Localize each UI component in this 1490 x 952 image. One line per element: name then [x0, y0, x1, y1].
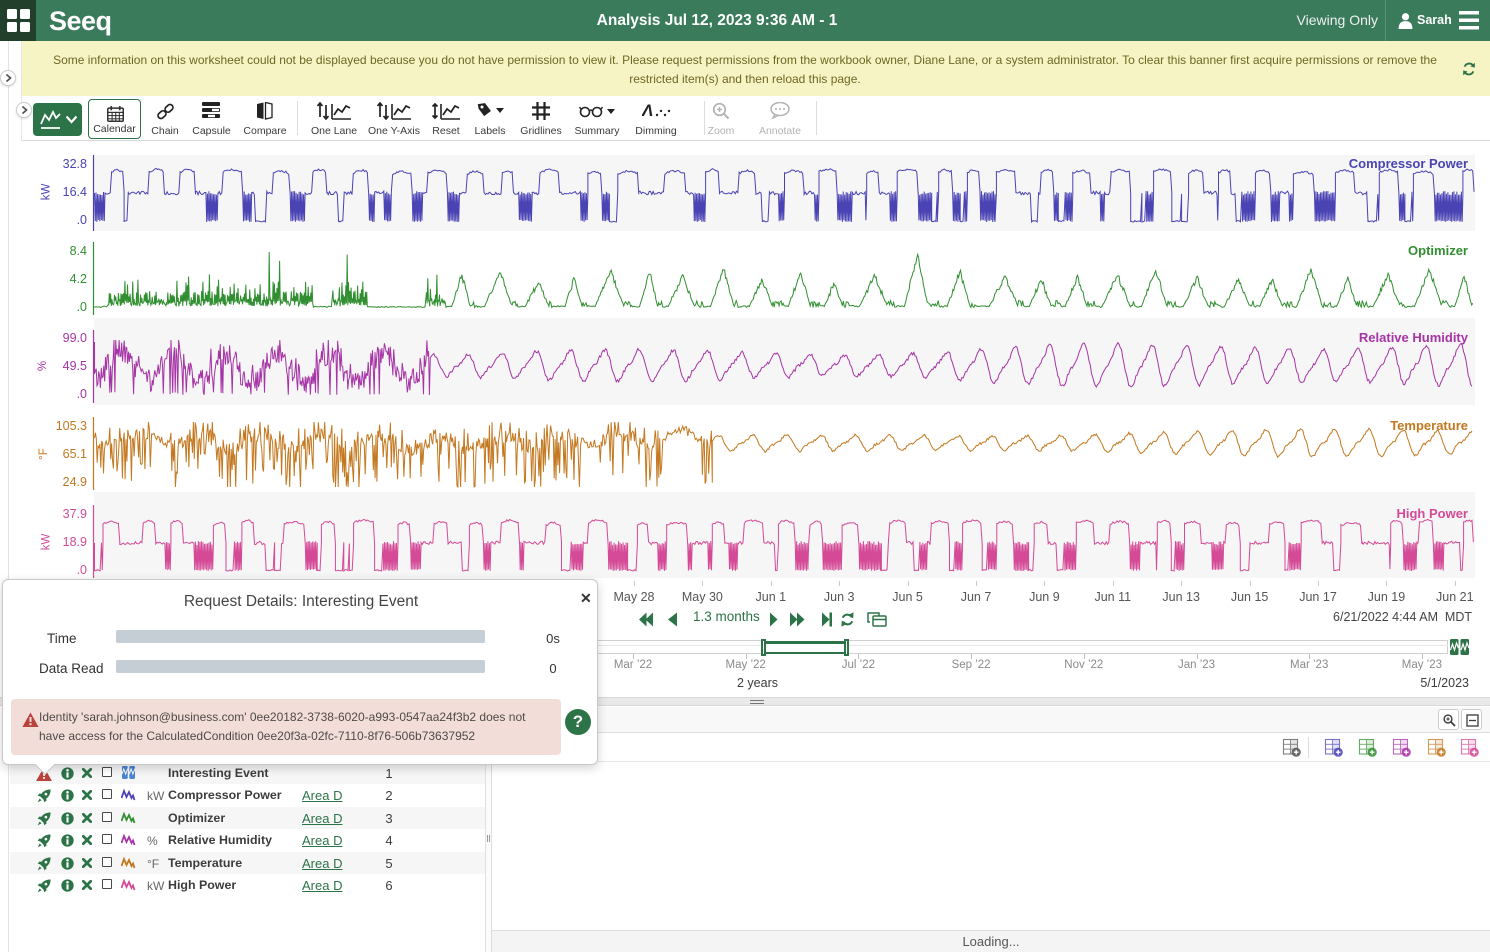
svg-text:Λ: Λ [642, 101, 653, 120]
